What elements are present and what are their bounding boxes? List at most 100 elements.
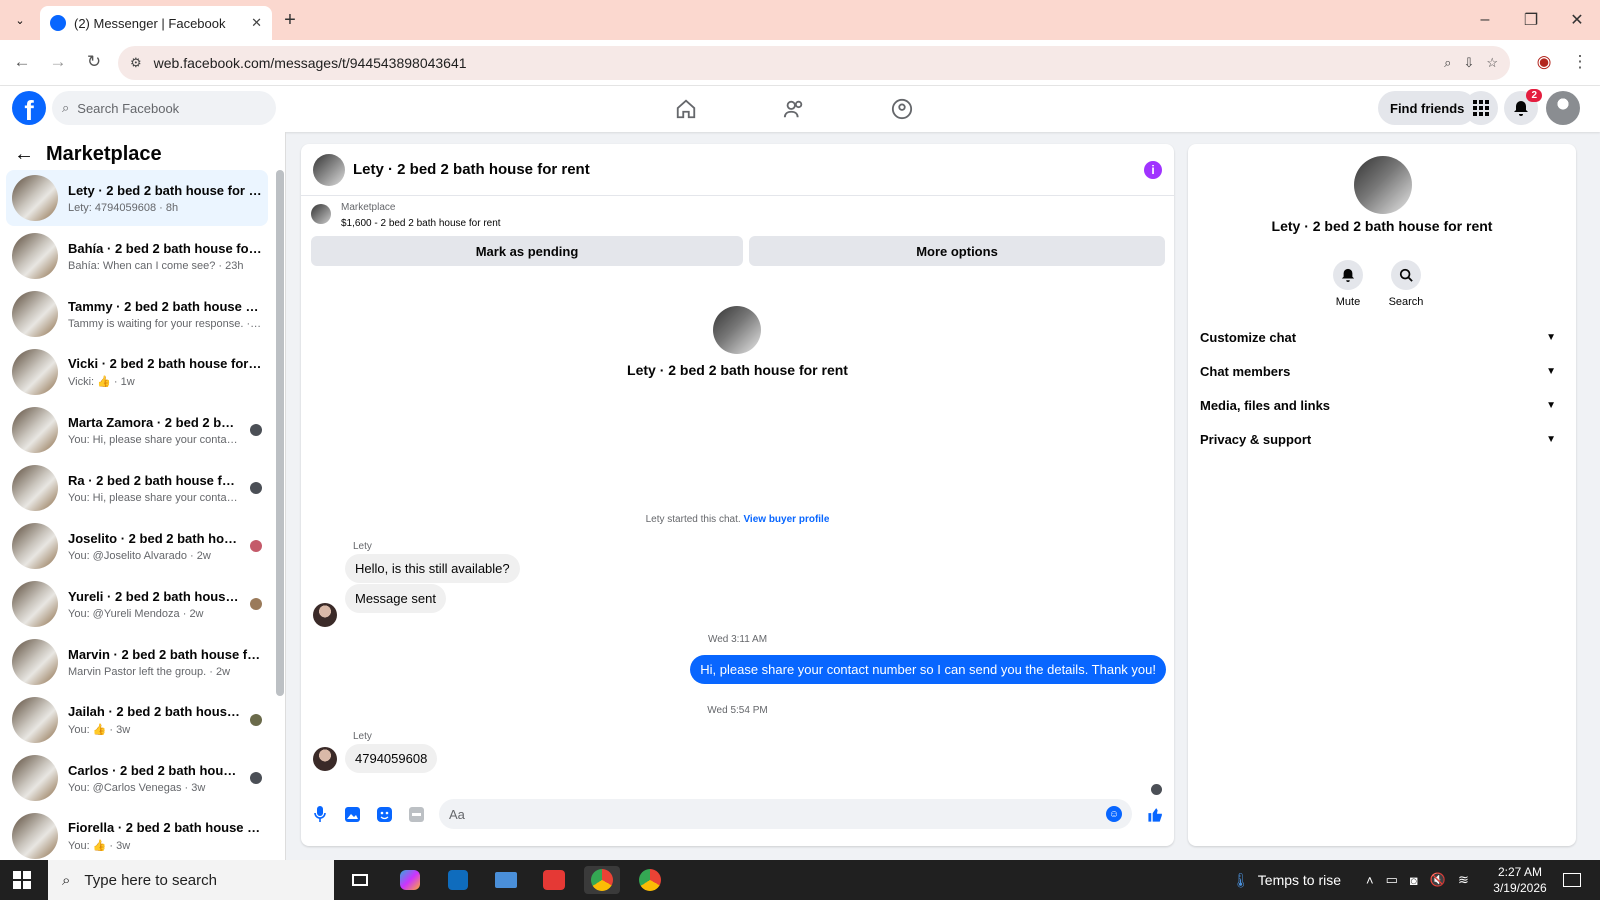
listing-thumbnail: [12, 465, 58, 511]
install-icon[interactable]: ⇩: [1463, 55, 1474, 71]
camera-icon[interactable]: ◙: [1410, 873, 1418, 888]
thumbs-up-icon[interactable]: [1146, 805, 1164, 823]
remote-desktop-icon[interactable]: [488, 866, 524, 894]
zoom-icon[interactable]: ⌕: [1444, 55, 1451, 71]
view-buyer-profile-link[interactable]: View buyer profile: [743, 514, 829, 525]
info-icon[interactable]: i: [1144, 160, 1162, 179]
close-window-icon[interactable]: ✕: [1554, 8, 1600, 32]
chevron-up-icon[interactable]: ˄: [1366, 873, 1374, 888]
profile-icon[interactable]: ◉: [1530, 48, 1558, 76]
browser-tab[interactable]: (2) Messenger | Facebook ✕: [40, 6, 272, 40]
home-icon[interactable]: [668, 92, 704, 126]
chat-members-row[interactable]: Chat members ▼: [1200, 354, 1562, 388]
conversation-item[interactable]: Vicki · 2 bed 2 bath house for re... Vick…: [6, 344, 268, 400]
search-label: Search: [1388, 296, 1424, 308]
new-tab-icon[interactable]: +: [278, 8, 302, 32]
facebook-logo[interactable]: f: [12, 91, 46, 125]
conversation-item[interactable]: Jailah · 2 bed 2 bath house fo... You: 👍 …: [6, 692, 268, 748]
account-avatar[interactable]: [1546, 91, 1580, 125]
windows-start-icon[interactable]: [12, 870, 32, 890]
privacy-support-row[interactable]: Privacy & support ▼: [1200, 422, 1562, 456]
conversation-item[interactable]: Fiorella · 2 bed 2 bath house for... You:…: [6, 808, 268, 860]
search-in-conversation-button[interactable]: Search: [1376, 260, 1436, 308]
battery-icon[interactable]: ▭: [1386, 872, 1398, 888]
app-icon-red[interactable]: [536, 866, 572, 894]
conversation-item[interactable]: Lety · 2 bed 2 bath house for rent Lety: …: [6, 170, 268, 226]
seen-avatar: [250, 482, 262, 494]
find-friends-button[interactable]: Find friends: [1378, 91, 1477, 125]
conversation-item[interactable]: Ra · 2 bed 2 bath house for r... You: Hi,…: [6, 460, 268, 516]
site-info-icon[interactable]: ⚙: [130, 55, 142, 71]
volume-muted-icon[interactable]: 🔇: [1430, 872, 1446, 888]
more-options-button[interactable]: More options: [749, 236, 1165, 266]
conversation-item[interactable]: Bahía · 2 bed 2 bath house for r... Bahía…: [6, 228, 268, 284]
sender-avatar[interactable]: [313, 603, 337, 627]
close-tab-icon[interactable]: ✕: [251, 15, 262, 31]
chrome-profile-icon[interactable]: [632, 866, 668, 894]
notifications-bell-icon[interactable]: 2: [1504, 89, 1542, 125]
mute-button[interactable]: Mute: [1318, 260, 1378, 308]
conversation-item[interactable]: Tammy · 2 bed 2 bath house for... Tammy i…: [6, 286, 268, 342]
conversation-snippet: You: Hi, please share your conta... · 1w: [68, 491, 240, 504]
back-arrow-icon[interactable]: ←: [14, 143, 34, 166]
sticker-icon[interactable]: [375, 805, 393, 823]
forward-icon[interactable]: →: [44, 48, 72, 76]
reload-icon[interactable]: ↻: [80, 48, 108, 76]
marketplace-label: Marketplace: [341, 202, 396, 213]
photo-icon[interactable]: [343, 805, 361, 823]
notification-center-icon[interactable]: [1560, 870, 1584, 890]
groups-icon[interactable]: [884, 92, 920, 126]
conversation-snippet: You: Hi, please share your conta... · 1w: [68, 433, 240, 446]
menu-kebab-icon[interactable]: ⋮: [1566, 48, 1594, 76]
clock-date: 3/19/2026: [1493, 881, 1547, 895]
seen-avatar: [250, 540, 262, 552]
facebook-search-input[interactable]: ⌕ Search Facebook: [52, 91, 276, 125]
message-bubble[interactable]: Hello, is this still available?: [345, 554, 520, 583]
listing-price: $1,600 - 2 bed 2 bath house for rent: [341, 218, 501, 229]
marketplace-listing-banner[interactable]: Marketplace $1,600 - 2 bed 2 bath house …: [311, 200, 1161, 234]
back-icon[interactable]: ←: [8, 48, 36, 76]
sidebar-scrollbar[interactable]: [276, 170, 284, 696]
sender-avatar[interactable]: [313, 747, 337, 771]
address-bar[interactable]: ⚙ web.facebook.com/messages/t/9445438980…: [118, 46, 1510, 80]
minimize-icon[interactable]: –: [1462, 8, 1508, 32]
gif-icon[interactable]: [407, 805, 425, 823]
details-name: Lety · 2 bed 2 bath house for rent: [1271, 218, 1493, 234]
message-input[interactable]: Aa ☺: [439, 799, 1132, 829]
mark-as-pending-button[interactable]: Mark as pending: [311, 236, 743, 266]
friends-icon[interactable]: [776, 92, 812, 126]
chevron-down-icon: ▼: [1546, 399, 1556, 411]
outgoing-message-bubble[interactable]: Hi, please share your contact number so …: [690, 655, 1166, 684]
timestamp: Wed 3:11 AM: [707, 634, 768, 645]
chrome-icon[interactable]: [584, 866, 620, 894]
conversation-item[interactable]: Carlos · 2 bed 2 bath house f... You: @Ca…: [6, 750, 268, 806]
chevron-down-icon: ▼: [1546, 365, 1556, 377]
customize-chat-row[interactable]: Customize chat ▼: [1200, 320, 1562, 354]
conversation-item[interactable]: Marvin · 2 bed 2 bath house for... Marvin…: [6, 634, 268, 690]
chat-avatar[interactable]: [313, 153, 345, 186]
message-bubble[interactable]: 4794059608: [345, 744, 438, 773]
tab-search-chevron-icon[interactable]: ⌄: [10, 10, 30, 30]
media-files-links-row[interactable]: Media, files and links ▼: [1200, 388, 1562, 422]
menu-grid-icon[interactable]: [1464, 91, 1498, 125]
conversation-snippet: Lety: 4794059608 · 8h: [68, 201, 179, 214]
clock[interactable]: 2:27 AM 3/19/2026: [1488, 864, 1552, 896]
chat-title[interactable]: Lety · 2 bed 2 bath house for rent: [353, 161, 1136, 178]
microphone-icon[interactable]: [311, 805, 329, 823]
emoji-icon[interactable]: ☺: [1106, 806, 1122, 822]
weather-widget[interactable]: 🌡 Temps to rise: [1232, 860, 1341, 900]
listing-thumbnail: [12, 639, 58, 685]
restore-icon[interactable]: ❐: [1508, 8, 1554, 32]
conversation-item[interactable]: Joselito · 2 bed 2 bath house ... You: @J…: [6, 518, 268, 574]
conversation-name: Yureli · 2 bed 2 bath house fo...: [68, 588, 240, 604]
conversation-item[interactable]: Yureli · 2 bed 2 bath house fo... You: @Y…: [6, 576, 268, 632]
outlook-icon[interactable]: [440, 866, 476, 894]
sender-name: Lety: [353, 731, 372, 742]
taskbar-search-input[interactable]: ⌕ Type here to search: [48, 860, 334, 900]
message-bubble[interactable]: Message sent: [345, 584, 446, 613]
conversation-item[interactable]: Marta Zamora · 2 bed 2 bath ... You: Hi, …: [6, 402, 268, 458]
task-view-icon[interactable]: [342, 866, 378, 894]
wifi-icon[interactable]: ≋: [1458, 872, 1469, 888]
copilot-icon[interactable]: [392, 866, 428, 894]
bookmark-star-icon[interactable]: ☆: [1486, 55, 1498, 71]
